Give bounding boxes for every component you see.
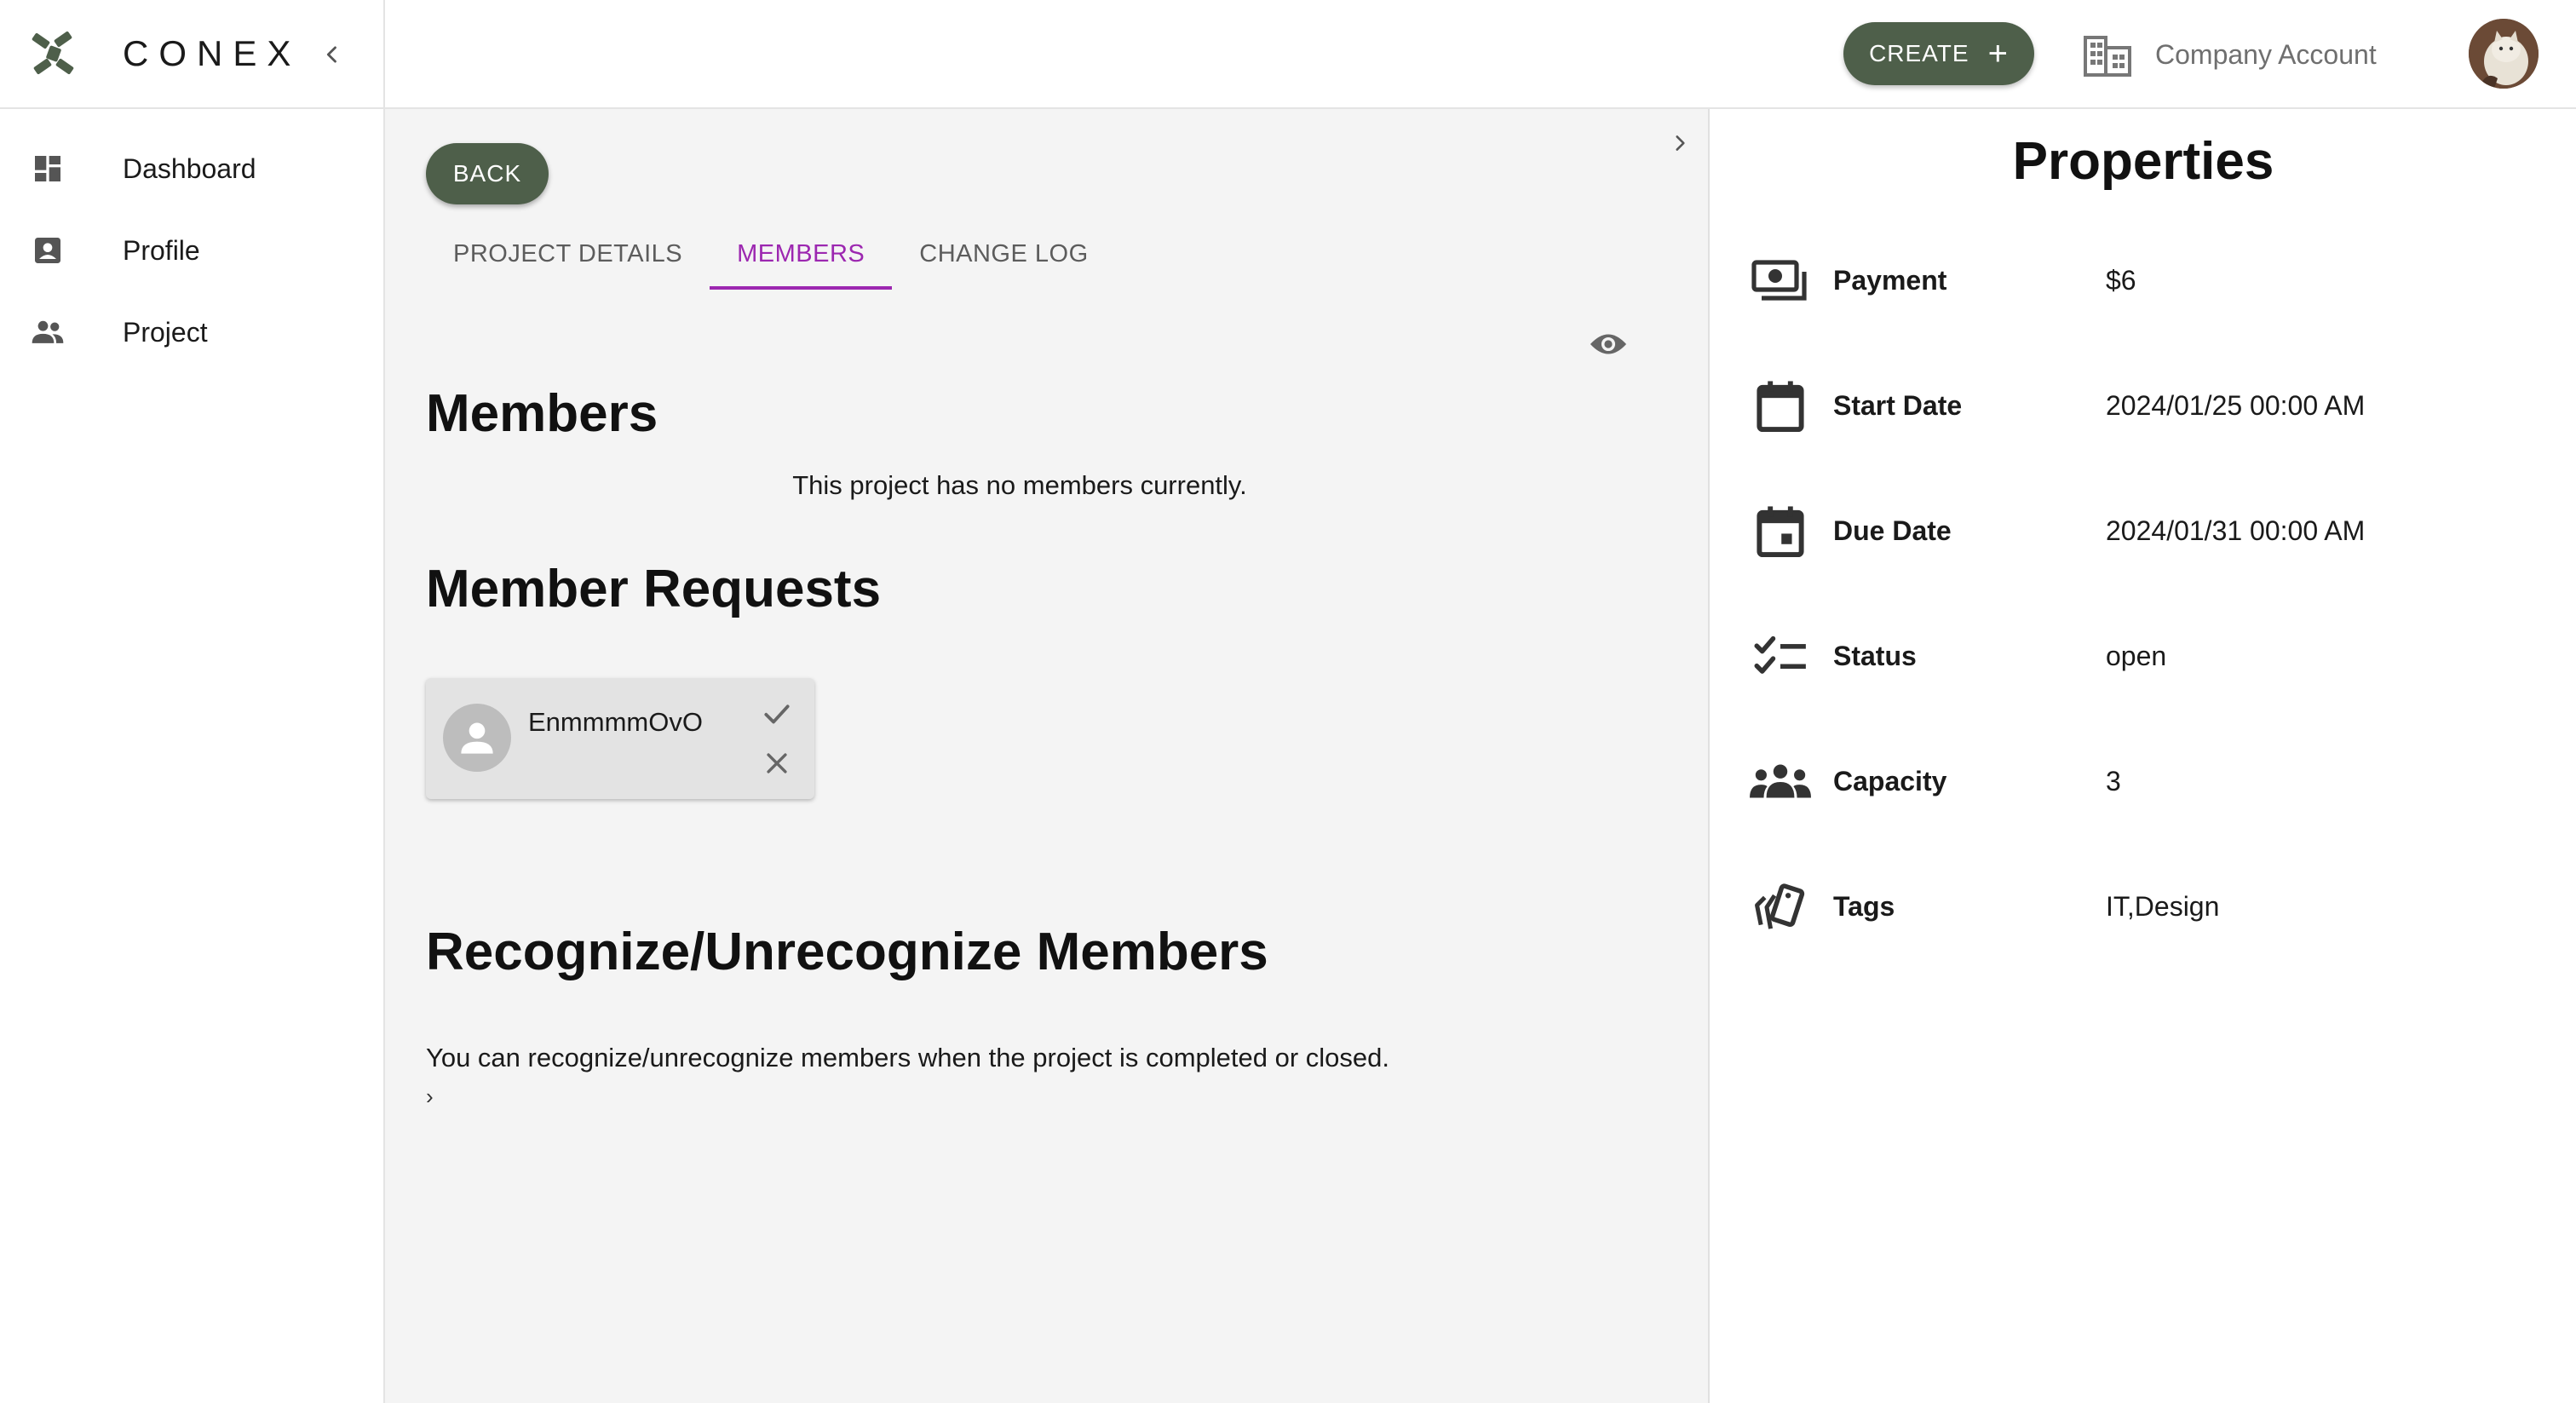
tags-icon <box>1748 877 1813 937</box>
collapse-sidebar-icon[interactable] <box>315 37 349 72</box>
brand-name: CONEX <box>123 33 302 73</box>
property-label: Capacity <box>1833 766 1947 796</box>
sidebar-item-label: Project <box>123 316 208 348</box>
property-value: open <box>2106 641 2167 671</box>
sidebar-item-dashboard[interactable]: Dashboard <box>0 128 383 210</box>
property-row-status: Status open <box>1711 617 2576 693</box>
request-username: EnmmmmOvO <box>528 707 703 737</box>
checklist-icon <box>1748 627 1813 687</box>
create-button[interactable]: CREATE + <box>1843 22 2034 85</box>
company-account-label: Company Account <box>2155 38 2377 70</box>
event-icon <box>1748 502 1813 561</box>
property-row-start-date: Start Date 2024/01/25 00:00 AM <box>1711 366 2576 443</box>
sidebar-nav: Dashboard Profile Project <box>0 109 383 373</box>
property-value: 3 <box>2106 766 2121 796</box>
conex-logo-icon[interactable] <box>27 28 78 79</box>
property-label: Tags <box>1833 891 1895 922</box>
members-heading: Members <box>426 384 658 443</box>
calendar-icon <box>1748 377 1813 436</box>
sidebar-item-label: Profile <box>123 234 200 266</box>
member-requests-heading: Member Requests <box>426 560 882 618</box>
eye-icon[interactable] <box>1584 320 1632 368</box>
property-value: 2024/01/31 00:00 AM <box>2106 515 2366 546</box>
property-value: IT,Design <box>2106 891 2220 922</box>
property-label: Due Date <box>1833 515 1952 546</box>
reject-request-icon[interactable] <box>756 743 797 784</box>
sidebar: CONEX Dashboard Profile Project <box>0 0 385 1403</box>
dashboard-icon <box>29 150 66 187</box>
expand-arrow-icon[interactable]: › <box>426 1084 434 1110</box>
plus-icon: + <box>1987 35 2009 72</box>
user-avatar[interactable] <box>2469 19 2539 89</box>
member-request-card: EnmmmmOvO <box>426 678 814 799</box>
property-row-tags: Tags IT,Design <box>1711 867 2576 944</box>
accept-request-icon[interactable] <box>756 693 797 734</box>
profile-icon <box>29 232 66 269</box>
brand: CONEX <box>0 0 383 109</box>
recognize-members-heading: Recognize/Unrecognize Members <box>426 923 1268 981</box>
main-content: BACK PROJECT DETAILS MEMBERS CHANGE LOG … <box>385 109 1710 1403</box>
property-row-due-date: Due Date 2024/01/31 00:00 AM <box>1711 492 2576 568</box>
property-label: Start Date <box>1833 390 1963 421</box>
properties-panel: Properties Payment $6 Start Date 2024/01… <box>1711 109 2576 1403</box>
sidebar-item-profile[interactable]: Profile <box>0 210 383 291</box>
property-row-capacity: Capacity 3 <box>1711 742 2576 819</box>
tab-change-log[interactable]: CHANGE LOG <box>892 218 1115 290</box>
topbar: CREATE + Company Account <box>385 0 2576 109</box>
property-label: Payment <box>1833 265 1947 296</box>
groups-icon <box>1748 752 1813 812</box>
property-value: 2024/01/25 00:00 AM <box>2106 390 2366 421</box>
properties-title: Properties <box>2012 132 2274 191</box>
chevron-right-icon[interactable] <box>1663 126 1697 160</box>
person-icon <box>443 704 511 772</box>
tab-project-details[interactable]: PROJECT DETAILS <box>426 218 710 290</box>
property-value: $6 <box>2106 265 2136 296</box>
tab-members[interactable]: MEMBERS <box>710 218 893 290</box>
no-members-message: This project has no members currently. <box>792 470 1247 500</box>
building-icon <box>2084 36 2131 77</box>
people-icon <box>29 313 66 351</box>
back-button[interactable]: BACK <box>426 143 549 204</box>
property-row-payment: Payment $6 <box>1711 241 2576 318</box>
payments-icon <box>1748 251 1813 311</box>
create-button-label: CREATE <box>1869 40 1969 66</box>
project-tabs: PROJECT DETAILS MEMBERS CHANGE LOG <box>426 218 1116 290</box>
sidebar-item-label: Dashboard <box>123 152 256 184</box>
recognize-info-text: You can recognize/unrecognize members wh… <box>426 1043 1389 1072</box>
company-account[interactable]: Company Account <box>2082 27 2377 82</box>
property-label: Status <box>1833 641 1917 671</box>
sidebar-item-project[interactable]: Project <box>0 291 383 373</box>
